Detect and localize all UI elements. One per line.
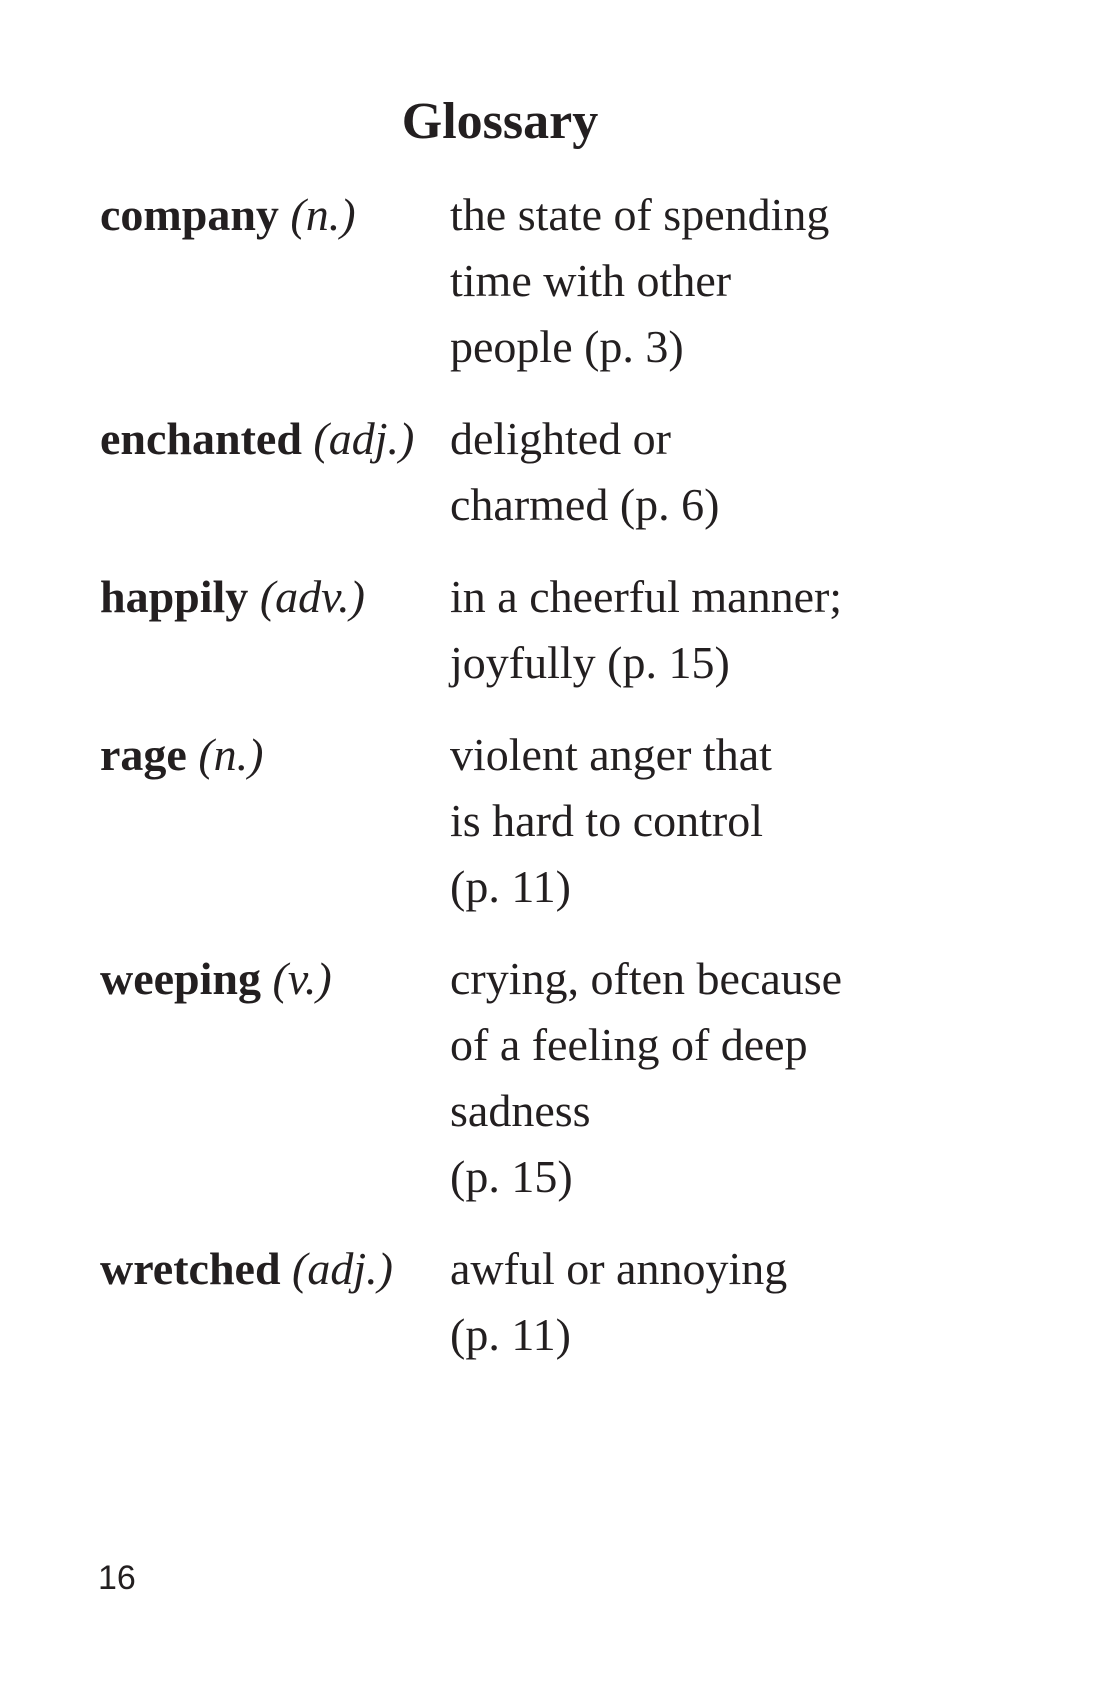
glossary-entry: wretched (adj.) awful or annoying (p. 11… xyxy=(100,1236,1000,1368)
definition-line: in a cheerful manner; xyxy=(450,571,843,622)
glossary-entry: happily (adv.) in a cheerful manner; joy… xyxy=(100,564,1000,696)
definition-line: (p. 11) xyxy=(450,1309,571,1360)
part-of-speech: (adj.) xyxy=(292,1243,393,1294)
term-cell: company (n.) xyxy=(100,182,450,380)
definition: in a cheerful manner; joyfully (p. 15) xyxy=(450,564,910,696)
definition: awful or annoying (p. 11) xyxy=(450,1236,910,1368)
definition-line: the state of spending xyxy=(450,189,830,240)
definition: delighted or charmed (p. 6) xyxy=(450,406,910,538)
glossary-entry: enchanted (adj.) delighted or charmed (p… xyxy=(100,406,1000,538)
term-cell: happily (adv.) xyxy=(100,564,450,696)
definition-line: people (p. 3) xyxy=(450,321,684,372)
term-cell: enchanted (adj.) xyxy=(100,406,450,538)
term-cell: wretched (adj.) xyxy=(100,1236,450,1368)
part-of-speech: (n.) xyxy=(198,729,264,780)
definition-line: crying, often because xyxy=(450,953,843,1004)
glossary-term: happily xyxy=(100,571,249,622)
glossary-term: weeping xyxy=(100,953,261,1004)
part-of-speech: (v.) xyxy=(272,953,332,1004)
definition-line: violent anger that xyxy=(450,729,772,780)
definition: crying, often because of a feeling of de… xyxy=(450,946,910,1210)
definition: violent anger that is hard to control (p… xyxy=(450,722,910,920)
definition-line: sadness xyxy=(450,1085,591,1136)
glossary-term: wretched xyxy=(100,1243,281,1294)
definition-line: awful or annoying xyxy=(450,1243,788,1294)
term-cell: rage (n.) xyxy=(100,722,450,920)
glossary-entry: rage (n.) violent anger that is hard to … xyxy=(100,722,1000,920)
page-title: Glossary xyxy=(401,93,599,150)
definition: the state of spending time with other pe… xyxy=(450,182,910,380)
glossary-entry: company (n.) the state of spending time … xyxy=(100,182,1000,380)
glossary-list: company (n.) the state of spending time … xyxy=(100,182,1000,1394)
glossary-term: rage xyxy=(100,729,187,780)
glossary-entry: weeping (v.) crying, often because of a … xyxy=(100,946,1000,1210)
part-of-speech: (n.) xyxy=(290,189,356,240)
part-of-speech: (adj.) xyxy=(313,413,415,464)
definition-line: delighted or xyxy=(450,413,671,464)
definition-line: of a feeling of deep xyxy=(450,1019,808,1070)
definition-line: (p. 15) xyxy=(450,1151,573,1202)
page-number: 16 xyxy=(98,1559,136,1597)
definition-line: charmed (p. 6) xyxy=(450,479,720,530)
glossary-term: enchanted xyxy=(100,413,302,464)
definition-line: is hard to control xyxy=(450,795,763,846)
term-cell: weeping (v.) xyxy=(100,946,450,1210)
definition-line: time with other xyxy=(450,255,732,306)
definition-line: (p. 11) xyxy=(450,861,571,912)
part-of-speech: (adv.) xyxy=(259,571,365,622)
glossary-term: company xyxy=(100,189,279,240)
definition-line: joyfully (p. 15) xyxy=(450,637,730,688)
